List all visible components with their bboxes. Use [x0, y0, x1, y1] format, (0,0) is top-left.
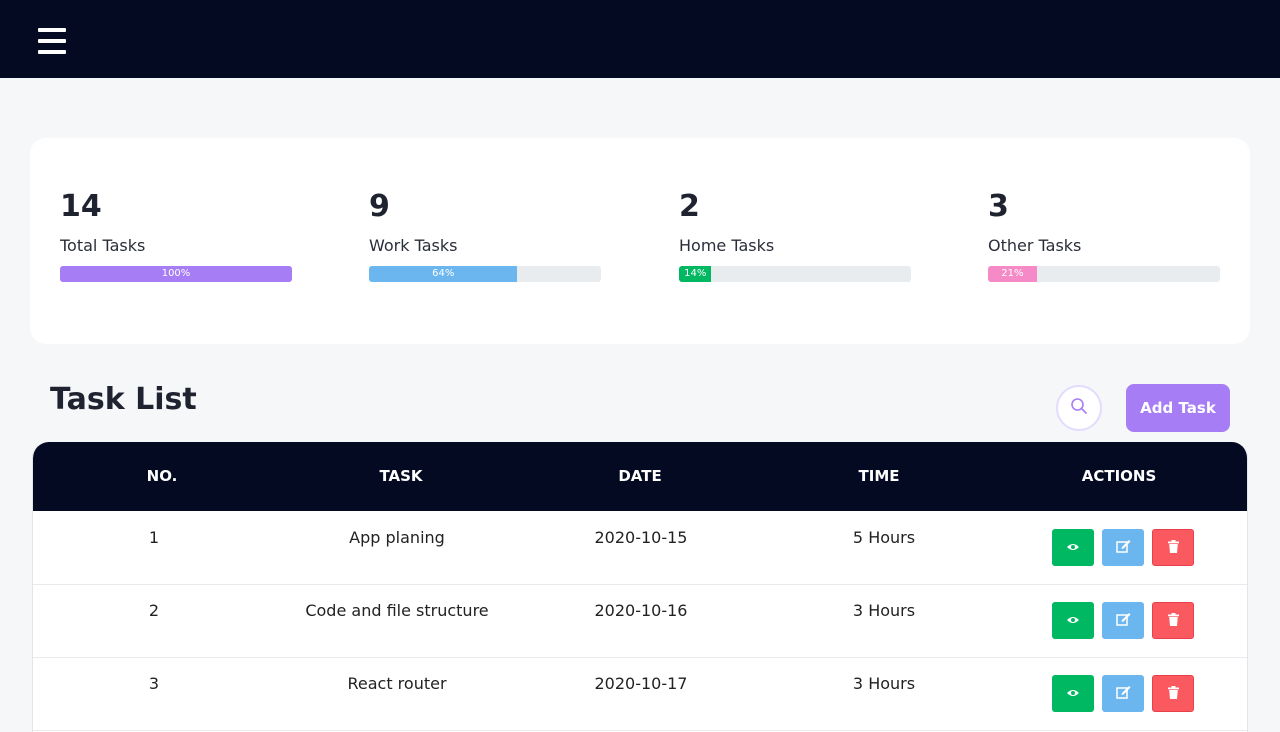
progress-bar: 64%	[369, 266, 601, 282]
progress-bar: 100%	[60, 266, 292, 282]
stats-card: 14 Total Tasks 100% 9 Work Tasks 64% 2 H…	[30, 138, 1250, 344]
stat-label: Total Tasks	[60, 236, 146, 255]
table-row: 1 App planing 2020-10-15 5 Hours	[33, 511, 1247, 585]
progress-bar: 14%	[679, 266, 911, 282]
cell-task: React router	[347, 674, 447, 693]
column-header-time: TIME	[858, 467, 900, 485]
stat-value: 14	[60, 189, 102, 224]
table-row: 3 React router 2020-10-17 3 Hours	[33, 657, 1247, 731]
view-button[interactable]	[1052, 602, 1094, 639]
eye-icon	[1066, 686, 1080, 701]
cell-time: 3 Hours	[852, 601, 916, 620]
top-navbar	[0, 0, 1280, 78]
edit-icon	[1115, 612, 1131, 629]
stat-other-tasks: 3 Other Tasks 21%	[988, 188, 1220, 282]
cell-date: 2020-10-16	[594, 601, 688, 620]
page-title: Task List	[50, 382, 197, 417]
edit-icon	[1115, 539, 1131, 556]
view-button[interactable]	[1052, 529, 1094, 566]
cell-date: 2020-10-17	[594, 674, 688, 693]
column-header-task: TASK	[379, 467, 423, 485]
progress-fill: 21%	[988, 266, 1037, 282]
edit-button[interactable]	[1102, 675, 1144, 712]
cell-date: 2020-10-15	[594, 528, 688, 547]
stat-home-tasks: 2 Home Tasks 14%	[679, 188, 911, 282]
stat-work-tasks: 9 Work Tasks 64%	[369, 188, 601, 282]
delete-button[interactable]	[1152, 529, 1194, 566]
column-header-date: DATE	[618, 467, 662, 485]
stat-label: Other Tasks	[988, 236, 1082, 255]
trash-icon	[1167, 685, 1179, 702]
cell-task: App planing	[349, 528, 445, 547]
stat-value: 9	[369, 189, 390, 224]
stat-value: 2	[679, 189, 700, 224]
delete-button[interactable]	[1152, 675, 1194, 712]
task-table: NO. TASK DATE TIME ACTIONS 1 App planing…	[32, 442, 1248, 732]
trash-icon	[1167, 612, 1179, 629]
add-task-button[interactable]: Add Task	[1126, 384, 1230, 432]
cell-no: 1	[148, 528, 160, 547]
cell-time: 5 Hours	[852, 528, 916, 547]
cell-no: 2	[148, 601, 160, 620]
progress-fill: 64%	[369, 266, 518, 282]
hamburger-menu-icon[interactable]	[38, 28, 66, 54]
stat-total-tasks: 14 Total Tasks 100%	[60, 188, 292, 282]
edit-icon	[1115, 685, 1131, 702]
search-icon	[1070, 397, 1088, 419]
progress-fill: 14%	[679, 266, 712, 282]
column-header-no: NO.	[146, 467, 178, 485]
cell-task: Code and file structure	[305, 601, 489, 620]
cell-time: 3 Hours	[852, 674, 916, 693]
trash-icon	[1167, 539, 1179, 556]
table-header: NO. TASK DATE TIME ACTIONS	[33, 442, 1247, 511]
stat-value: 3	[988, 189, 1009, 224]
stat-label: Home Tasks	[679, 236, 775, 255]
search-button[interactable]	[1056, 385, 1102, 431]
column-header-actions: ACTIONS	[1081, 467, 1157, 485]
edit-button[interactable]	[1102, 529, 1144, 566]
edit-button[interactable]	[1102, 602, 1144, 639]
cell-no: 3	[148, 674, 160, 693]
eye-icon	[1066, 540, 1080, 555]
progress-fill: 100%	[60, 266, 292, 282]
table-row: 2 Code and file structure 2020-10-16 3 H…	[33, 584, 1247, 658]
view-button[interactable]	[1052, 675, 1094, 712]
delete-button[interactable]	[1152, 602, 1194, 639]
stat-label: Work Tasks	[369, 236, 458, 255]
progress-bar: 21%	[988, 266, 1220, 282]
eye-icon	[1066, 613, 1080, 628]
